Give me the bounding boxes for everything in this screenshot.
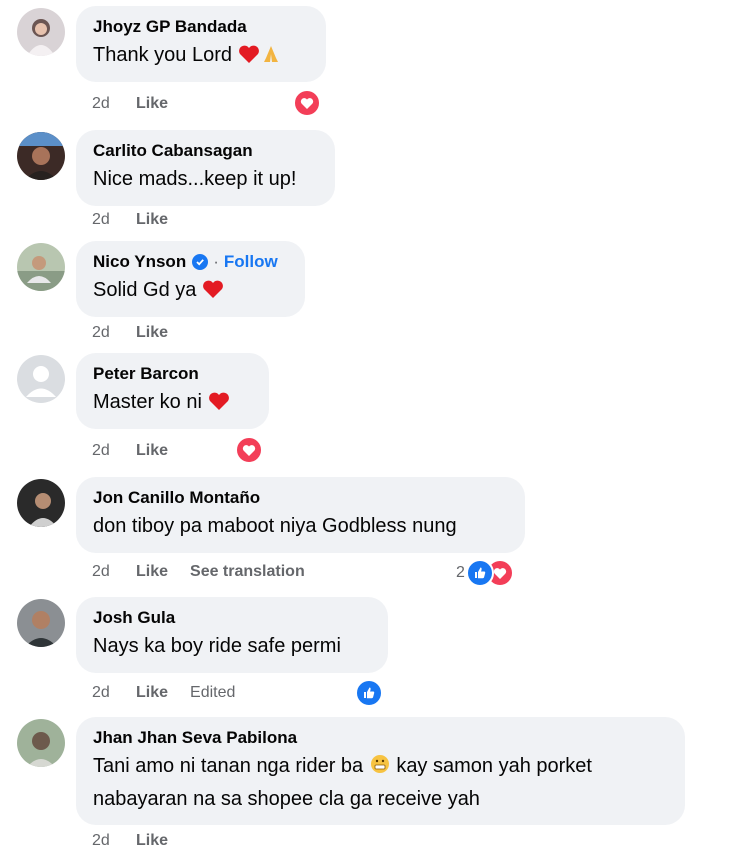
comment-text: don tiboy pa maboot niya Godbless nung — [93, 515, 457, 537]
reaction-summary[interactable] — [293, 89, 321, 117]
comment-text: Nays ka boy ride safe permi — [93, 635, 341, 657]
comment-time[interactable]: 2d — [92, 831, 136, 851]
comment-time[interactable]: 2d — [92, 562, 136, 582]
commenter-name-row: Nico Ynson · Follow — [93, 251, 287, 273]
like-button[interactable]: Like — [136, 831, 168, 851]
comment-text-content: Master ko ni — [93, 391, 202, 413]
comment-text-line1b: kay samon yah porket — [396, 755, 592, 777]
heart-emoji — [238, 43, 260, 73]
comment-time[interactable]: 2d — [92, 683, 136, 703]
comment-time[interactable]: 2d — [92, 323, 136, 343]
like-button[interactable]: Like — [136, 562, 168, 582]
like-button[interactable]: Like — [136, 683, 168, 703]
commenter-name[interactable]: Jhoyz GP Bandada — [93, 16, 308, 38]
comment-bubble: Jon Canillo Montaño don tiboy pa maboot … — [76, 477, 525, 553]
commenter-name[interactable]: Nico Ynson — [93, 251, 186, 273]
comment-text-line1: Tani amo ni tanan nga rider ba — [93, 755, 364, 777]
follow-link[interactable]: Follow — [224, 251, 278, 273]
comment-text: Thank you Lord — [93, 40, 308, 73]
comment-bubble: Carlito Cabansagan Nice mads...keep it u… — [76, 130, 335, 206]
see-translation-link[interactable]: See translation — [190, 562, 305, 582]
avatar[interactable] — [17, 132, 65, 180]
commenter-name[interactable]: Peter Barcon — [93, 363, 251, 385]
like-reaction-icon — [465, 559, 494, 587]
comment-bubble: Peter Barcon Master ko ni — [76, 353, 269, 429]
reaction-summary[interactable]: 2 — [456, 559, 514, 587]
comment-meta: 2d Like See translation — [92, 562, 305, 582]
comment-text: Nice mads...keep it up! — [93, 168, 297, 190]
comment-text-content: Thank you Lord — [93, 44, 232, 66]
comment-time[interactable]: 2d — [92, 210, 136, 230]
commenter-name[interactable]: Josh Gula — [93, 607, 370, 629]
reaction-summary[interactable] — [235, 436, 263, 464]
grimace-emoji — [369, 753, 391, 784]
comment-bubble: Josh Gula Nays ka boy ride safe permi — [76, 597, 388, 673]
avatar[interactable] — [17, 243, 65, 291]
comment-meta: 2d Like — [92, 831, 190, 851]
like-button[interactable]: Like — [136, 441, 168, 461]
comment-meta: 2d Like — [92, 441, 190, 461]
commenter-name[interactable]: Jhan Jhan Seva Pabilona — [93, 727, 667, 749]
comment-bubble: Jhan Jhan Seva Pabilona Tani amo ni tana… — [76, 717, 685, 825]
avatar[interactable] — [17, 479, 65, 527]
comment-time[interactable]: 2d — [92, 94, 136, 114]
separator-dot: · — [213, 252, 219, 271]
comment-bubble: Nico Ynson · Follow Solid Gd ya — [76, 241, 305, 317]
like-button[interactable]: Like — [136, 323, 168, 343]
comment-text: Solid Gd ya — [93, 275, 287, 308]
avatar[interactable] — [17, 719, 65, 767]
commenter-name[interactable]: Carlito Cabansagan — [93, 140, 317, 162]
comment-text-content: Solid Gd ya — [93, 279, 197, 301]
avatar[interactable] — [17, 599, 65, 647]
heart-emoji — [208, 390, 230, 420]
comment-text: Tani amo ni tanan nga rider ba kay samon… — [93, 751, 667, 784]
comment-meta: 2d Like — [92, 94, 190, 114]
verified-badge-icon — [192, 254, 209, 270]
like-button[interactable]: Like — [136, 94, 168, 114]
comment-meta: 2d Like Edited — [92, 683, 235, 703]
comment-meta: 2d Like — [92, 323, 190, 343]
heart-emoji — [202, 278, 224, 308]
reaction-count: 2 — [456, 564, 465, 581]
comment-bubble: Jhoyz GP Bandada Thank you Lord — [76, 6, 326, 82]
comment-time[interactable]: 2d — [92, 441, 136, 461]
love-reaction-icon — [235, 436, 263, 464]
comment-text: Master ko ni — [93, 387, 251, 420]
love-reaction-icon — [293, 89, 321, 117]
avatar[interactable] — [17, 355, 65, 403]
comment-meta: 2d Like — [92, 210, 190, 230]
like-button[interactable]: Like — [136, 210, 168, 230]
comment-text-line2: nabayaran na sa shopee cla ga receive ya… — [93, 788, 480, 810]
like-reaction-icon — [355, 679, 383, 707]
praying-hands-emoji — [260, 43, 282, 73]
reaction-summary[interactable] — [355, 679, 383, 707]
commenter-name[interactable]: Jon Canillo Montaño — [93, 487, 507, 509]
avatar[interactable] — [17, 8, 65, 56]
edited-label: Edited — [190, 684, 236, 701]
